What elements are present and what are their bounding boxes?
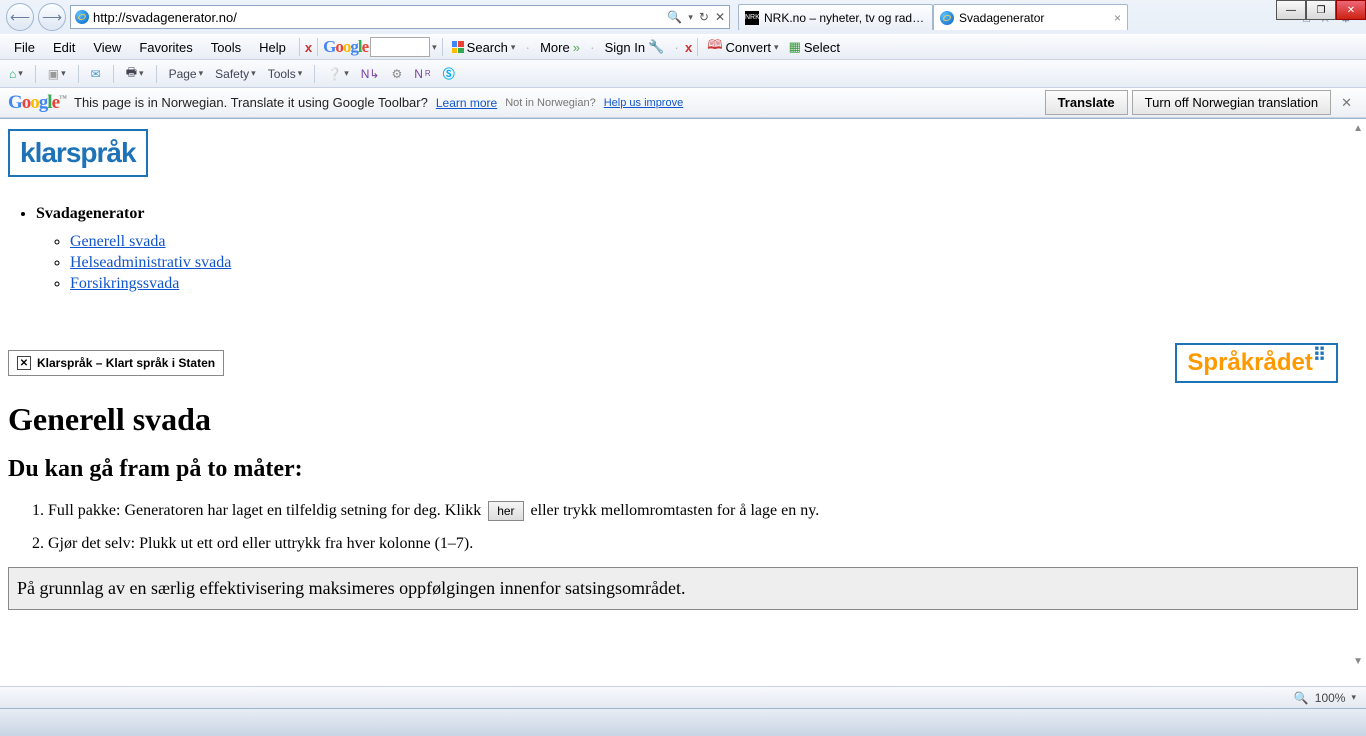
nav-link-generell[interactable]: Generell svada [70,233,166,250]
nav-link-forsikring[interactable]: Forsikringssvada [70,275,179,292]
broken-image-icon: ✕ [17,356,31,370]
menu-file[interactable]: File [6,37,43,58]
scroll-down-icon[interactable]: ▼ [1353,656,1363,667]
google-search-button[interactable]: Search▾ [448,40,520,55]
tab-strip: NRK NRK.no – nyheter, tv og radio ... Sv… [738,4,1128,30]
nav-heading: Svadagenerator Generell svada Helseadmin… [36,205,1358,293]
tab-label: Svadagenerator [959,11,1109,25]
browser-chrome: ⟵ ⟶ 🔍▾ ↻ ✕ NRK NRK.no – nyheter, tv og r… [0,0,1366,119]
page-viewport: ▲ ▼ klarspråk Svadagenerator Generell sv… [0,119,1366,671]
feeds-button[interactable]: ▣▾ [45,65,69,83]
refresh-icon[interactable]: ↻ [699,10,709,24]
toolbar-close-icon[interactable]: x [305,40,312,55]
nav-link-helse[interactable]: Helseadministrativ svada [70,254,231,271]
toolbar-close2-icon[interactable]: x [685,40,692,55]
page-title: Generell svada [8,401,1358,438]
translate-learn-more-link[interactable]: Learn more [436,96,497,110]
back-button[interactable]: ⟵ [6,3,34,31]
safety-menu[interactable]: Safety▾ [212,65,259,83]
menu-view[interactable]: View [85,37,129,58]
google-translate-logo: Google™ [8,92,66,114]
tab-close-icon[interactable]: × [1114,11,1121,25]
sprakradet-logo: Språkrådet⠿ [1175,343,1338,383]
search-icon[interactable]: 🔍 [667,10,682,24]
convert-button[interactable]: 🕮Convert▾ [703,36,782,58]
onenote-settings-icon[interactable]: ⚙ [388,65,405,83]
zoom-level[interactable]: 100% [1315,691,1346,705]
mail-icon: ✉ [91,67,101,81]
home-dropdown[interactable]: ⌂▾ [6,65,26,83]
status-bar: 🔍 100% ▾ [0,686,1366,708]
pdf-icon: 🕮 [707,36,722,58]
menu-favorites[interactable]: Favorites [131,37,200,58]
nrk-favicon: NRK [745,11,759,25]
command-bar: ⌂▾ ▣▾ ✉ 🖶▾ Page▾ Safety▾ Tools▾ ❔▾ N↳ ⚙ … [0,60,1366,88]
minimize-button[interactable]: — [1276,0,1306,20]
select-icon: ▦ [789,39,801,55]
window-controls: — ❐ ✕ [1276,0,1366,20]
menu-tools[interactable]: Tools [203,37,249,58]
translate-button[interactable]: Translate [1045,90,1128,115]
google-toolbar-logo: Google [323,37,368,57]
stop-icon[interactable]: ✕ [715,10,725,24]
zoom-dropdown-icon[interactable]: ▾ [1351,692,1356,703]
readmail-button[interactable]: ✉ [88,65,104,83]
translate-help-link[interactable]: Help us improve [604,97,683,109]
ie-icon [75,10,89,24]
url-input[interactable] [93,10,663,25]
tab-svadagenerator[interactable]: Svadagenerator × [933,4,1128,30]
onenote-icon[interactable]: N↳ [358,65,383,83]
translate-close-icon[interactable]: ✕ [1335,95,1358,111]
onenote-clip-icon[interactable]: NR [411,65,433,83]
zoom-icon[interactable]: 🔍 [1294,691,1309,705]
address-bar-icons: 🔍▾ ↻ ✕ [667,10,725,24]
google-signin-button[interactable]: Sign In 🔧 [601,39,669,55]
stamp-label: Klarspråk – Klart språk i Staten [37,356,215,370]
page-menu[interactable]: Page▾ [166,65,207,83]
steps-list: Full pakke: Generatoren har laget en til… [48,501,1358,553]
generated-sentence: På grunnlag av en særlig effektivisering… [8,567,1358,610]
rss-icon: ▣ [48,67,59,81]
her-button[interactable]: her [488,501,523,521]
step-1: Full pakke: Generatoren har laget en til… [48,501,1358,521]
klarsprak-stamp: ✕ Klarspråk – Klart språk i Staten [8,350,224,376]
translate-message: This page is in Norwegian. Translate it … [74,95,428,110]
print-icon: 🖶 [126,63,137,84]
select-button[interactable]: ▦Select [785,39,844,55]
page-content: klarspråk Svadagenerator Generell svada … [0,119,1366,630]
google-more-button[interactable]: More » [536,40,584,55]
page-subtitle: Du kan gå fram på to måter: [8,456,1358,483]
address-bar[interactable]: 🔍▾ ↻ ✕ [70,5,730,29]
taskbar[interactable] [0,708,1366,736]
menu-edit[interactable]: Edit [45,37,83,58]
forward-button[interactable]: ⟶ [38,3,66,31]
google-search-input[interactable] [370,37,430,57]
step-2: Gjør det selv: Plukk ut ett ord eller ut… [48,535,1358,553]
translate-not-in: Not in Norwegian? [505,97,596,109]
tab-nrk[interactable]: NRK NRK.no – nyheter, tv og radio ... [738,4,933,30]
navigation-row: ⟵ ⟶ 🔍▾ ↻ ✕ NRK NRK.no – nyheter, tv og r… [0,0,1366,34]
tab-label: NRK.no – nyheter, tv og radio ... [764,11,926,25]
scroll-up-icon[interactable]: ▲ [1353,123,1363,134]
ie-favicon [940,11,954,25]
klarsprak-logo: klarspråk [8,129,148,177]
print-button[interactable]: 🖶▾ [123,61,147,86]
maximize-button[interactable]: ❐ [1306,0,1336,20]
menu-help[interactable]: Help [251,37,294,58]
menu-bar: File Edit View Favorites Tools Help x Go… [0,34,1366,60]
close-button[interactable]: ✕ [1336,0,1366,20]
home-icon: ⌂ [9,67,16,81]
page-nav: Svadagenerator Generell svada Helseadmin… [36,205,1358,293]
skype-icon[interactable]: Ⓢ [440,63,458,84]
tools-menu[interactable]: Tools▾ [265,65,306,83]
translate-turnoff-button[interactable]: Turn off Norwegian translation [1132,90,1331,115]
help-icon[interactable]: ❔▾ [324,65,351,83]
translate-bar: Google™ This page is in Norwegian. Trans… [0,88,1366,118]
